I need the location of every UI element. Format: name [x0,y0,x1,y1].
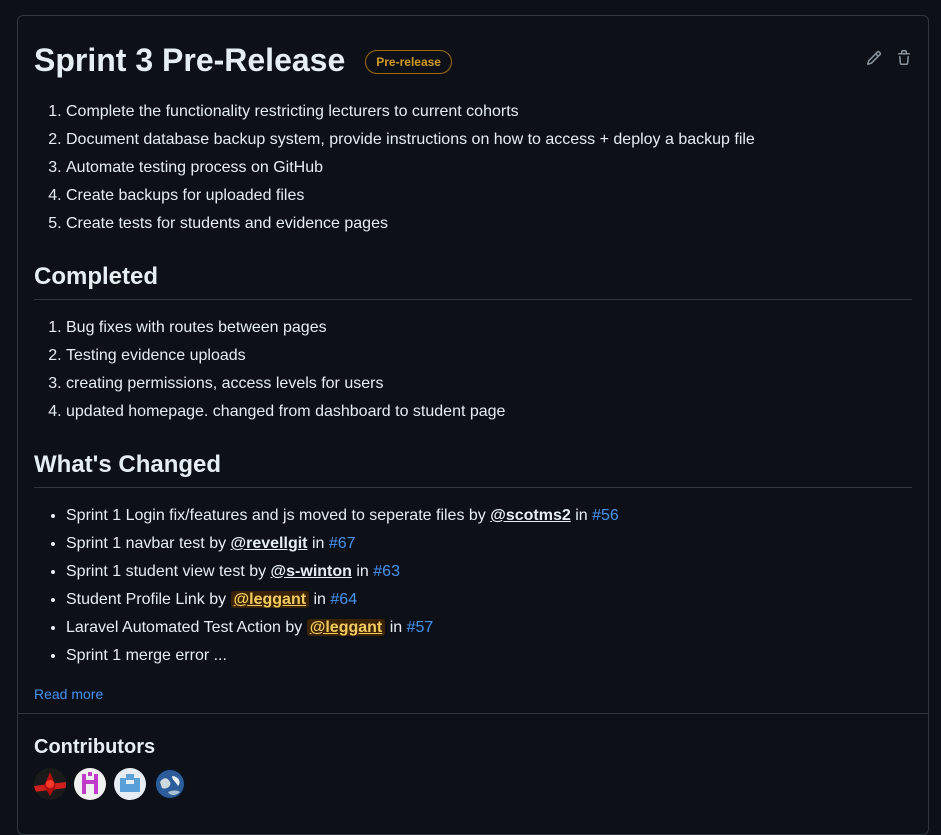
list-item: Sprint 1 Login fix/features and js moved… [66,502,912,530]
read-more-link[interactable]: Read more [34,686,103,702]
in-text: in [570,507,593,524]
pr-link[interactable]: #56 [592,507,619,524]
list-item: Sprint 1 navbar test by @revellgit in #6… [66,530,912,558]
list-item: Laravel Automated Test Action by @leggan… [66,614,912,642]
change-text: Sprint 1 navbar test by [66,535,231,552]
changes-list: Sprint 1 Login fix/features and js moved… [34,502,912,670]
avatar[interactable] [74,768,106,800]
list-item: Create backups for uploaded files [66,182,912,210]
change-text: Student Profile Link by [66,591,231,608]
release-body: Complete the functionality restricting l… [34,98,912,704]
list-item: Sprint 1 student view test by @s-winton … [66,558,912,586]
user-mention[interactable]: @revellgit [231,535,308,552]
in-text: in [307,535,329,552]
change-text: Sprint 1 student view test by [66,563,271,580]
change-text: Sprint 1 Login fix/features and js moved… [66,507,491,524]
in-text: in [309,591,331,608]
todo-list: Complete the functionality restricting l… [34,98,912,238]
in-text: in [351,563,374,580]
section-divider [18,713,928,714]
pr-link[interactable]: #64 [330,591,357,608]
list-item: Automate testing process on GitHub [66,154,912,182]
list-item: Complete the functionality restricting l… [66,98,912,126]
user-mention[interactable]: @scotms2 [490,507,571,524]
pencil-icon[interactable] [866,50,882,66]
release-card: Sprint 3 Pre-Release Pre-release Complet… [17,15,929,835]
completed-heading: Completed [34,262,912,300]
prerelease-badge: Pre-release [365,50,452,74]
change-text: Laravel Automated Test Action by [66,619,307,636]
release-header: Sprint 3 Pre-Release Pre-release [34,40,912,80]
in-text: in [385,619,407,636]
user-mention-highlighted[interactable]: @leggant [306,619,386,636]
release-title[interactable]: Sprint 3 Pre-Release [34,40,345,80]
release-actions [866,50,912,66]
pr-link[interactable]: #67 [329,535,356,552]
list-item: Sprint 1 merge error ... [66,642,912,670]
contributors-heading: Contributors [34,736,156,758]
list-item: Student Profile Link by @leggant in #64 [66,586,912,614]
avatar[interactable] [34,768,66,800]
user-mention[interactable]: @s-winton [271,563,352,580]
avatar[interactable] [154,768,186,800]
whats-changed-heading: What's Changed [34,450,912,488]
pr-link[interactable]: #63 [373,563,400,580]
trash-icon[interactable] [896,50,912,66]
pr-link[interactable]: #57 [407,619,434,636]
change-text: Sprint 1 merge error ... [66,647,227,664]
list-item: Bug fixes with routes between pages [66,314,912,342]
completed-list: Bug fixes with routes between pages Test… [34,314,912,426]
list-item: creating permissions, access levels for … [66,370,912,398]
user-mention-highlighted[interactable]: @leggant [230,591,310,608]
list-item: Testing evidence uploads [66,342,912,370]
contributors-avatars [34,768,186,800]
list-item: Document database backup system, provide… [66,126,912,154]
contributors-section: Contributors [34,734,186,800]
avatar[interactable] [114,768,146,800]
list-item: Create tests for students and evidence p… [66,210,912,238]
list-item: updated homepage. changed from dashboard… [66,398,912,426]
